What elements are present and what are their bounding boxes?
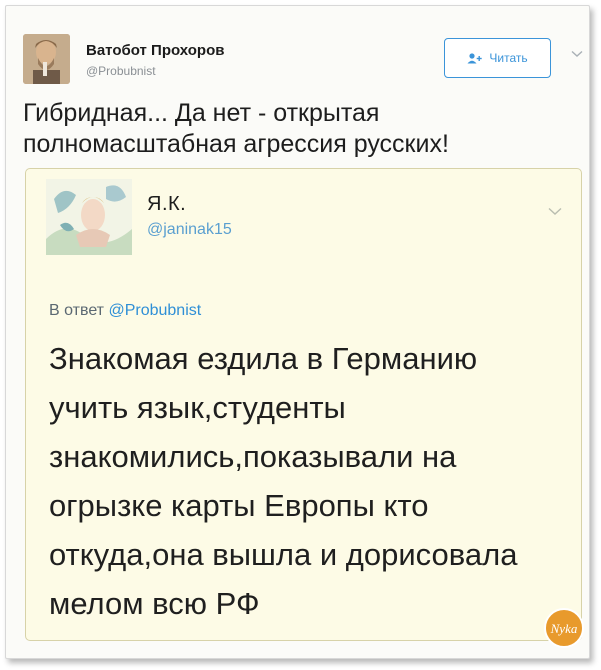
watermark-logo: Nyka [544, 608, 584, 648]
quoted-avatar[interactable] [46, 179, 132, 255]
quoted-text-line: откуда,она вышла и дорисовала [49, 537, 518, 572]
tweet-card: Ватобот Прохоров @Probubnist Читать Гибр… [5, 5, 590, 659]
tweet-text: Гибридная... Да нет - открытая полномасш… [23, 98, 583, 160]
author-name[interactable]: Ватобот Прохоров [86, 42, 224, 59]
quoted-tweet-text: Знакомая ездила в Германию учить язык,ст… [49, 334, 569, 628]
tweet-text-line: Гибридная... Да нет - открытая [23, 99, 380, 127]
quoted-tweet[interactable]: Я.К. @janinak15 В ответ @Probubnist Знак… [25, 168, 582, 641]
person-add-icon [467, 52, 483, 63]
quoted-author-handle[interactable]: @janinak15 [147, 221, 232, 239]
quoted-text-line: знакомились,показывали на [49, 439, 457, 474]
quoted-text-line: огрызке карты Европы кто [49, 488, 429, 523]
quoted-avatar-image [46, 179, 132, 255]
reply-prefix: В ответ [49, 302, 105, 319]
follow-button[interactable]: Читать [444, 38, 551, 78]
avatar-photo [23, 34, 70, 84]
quoted-author-name[interactable]: Я.К. [147, 193, 186, 216]
quoted-text-line: учить язык,студенты [49, 390, 346, 425]
quoted-text-line: мелом всю РФ [49, 586, 260, 621]
watermark-text: Nyka [550, 621, 578, 636]
tweet-text-line: полномасштабная агрессия русских! [23, 130, 449, 158]
reply-context: В ответ @Probubnist [49, 302, 201, 320]
chevron-down-icon[interactable] [548, 207, 562, 216]
follow-label: Читать [489, 51, 528, 65]
author-handle[interactable]: @Probubnist [86, 64, 156, 78]
reply-handle-link[interactable]: @Probubnist [108, 302, 201, 319]
quoted-text-line: Знакомая ездила в Германию [49, 341, 478, 376]
chevron-down-icon[interactable] [571, 50, 583, 58]
avatar[interactable] [23, 34, 70, 84]
